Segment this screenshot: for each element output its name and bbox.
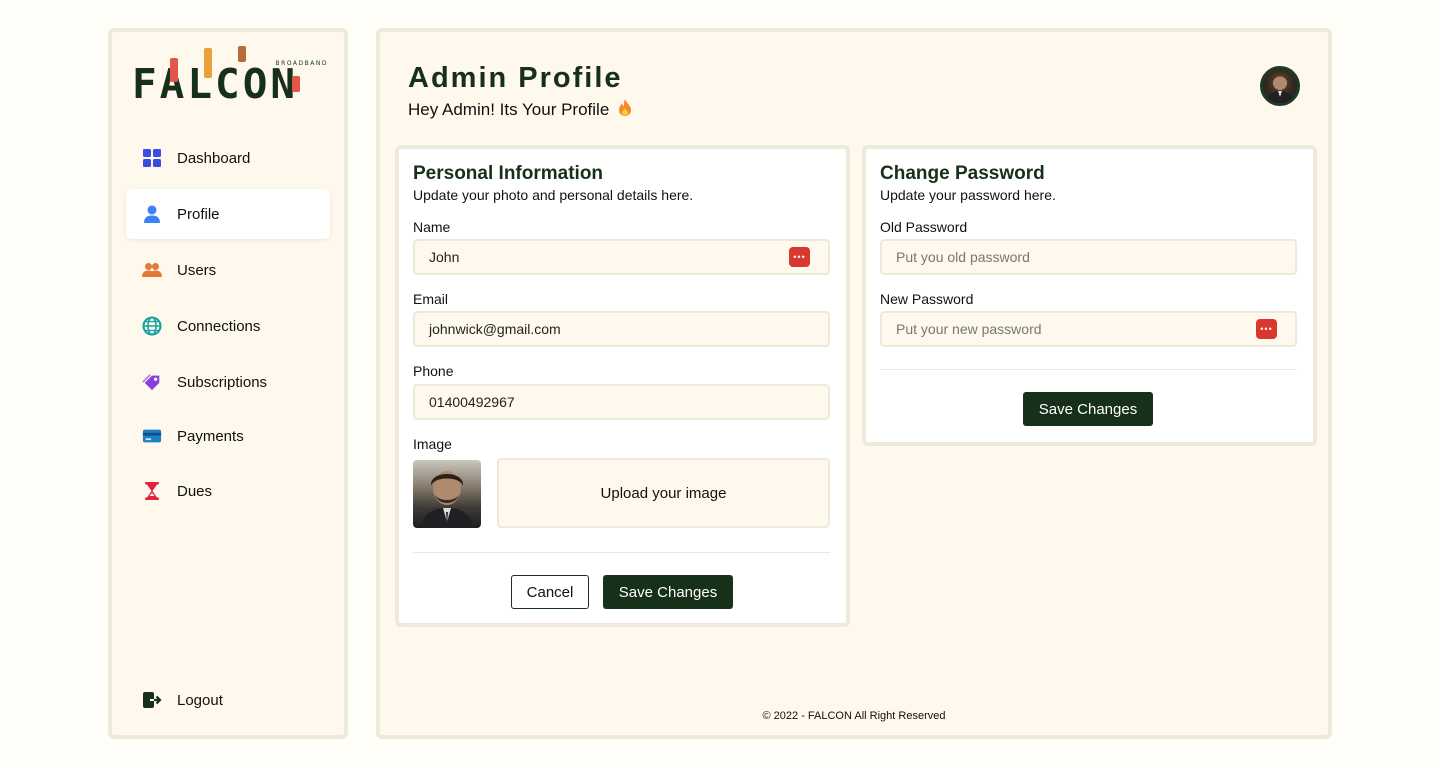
- sidebar-item-label: Payments: [177, 427, 244, 445]
- profile-image-thumbnail: [413, 460, 481, 528]
- sidebar-item-label: Subscriptions: [177, 373, 268, 391]
- logout-icon: [142, 690, 162, 710]
- sidebar-item-label: Profile: [177, 205, 220, 223]
- new-password-input[interactable]: [880, 311, 1297, 347]
- sidebar-item-dashboard[interactable]: Dashboard: [126, 133, 330, 183]
- sidebar-item-label: Users: [177, 261, 217, 279]
- sidebar-item-label: Dashboard: [177, 149, 251, 167]
- phone-input[interactable]: [413, 384, 830, 420]
- upload-image-label: Upload your image: [600, 484, 727, 502]
- sidebar-item-dues[interactable]: Dues: [126, 466, 330, 516]
- grid-icon: [142, 148, 162, 168]
- old-password-label: Old Password: [880, 219, 968, 235]
- divider: [413, 552, 830, 553]
- logout-label: Logout: [177, 691, 223, 709]
- password-manager-icon[interactable]: •••: [789, 247, 810, 267]
- sidebar-item-users[interactable]: Users: [126, 245, 330, 295]
- logo-figure-4: [292, 76, 300, 92]
- old-password-input[interactable]: [880, 239, 1297, 275]
- tag-icon: [142, 372, 162, 392]
- falcon-logo[interactable]: FALCON BROADBAND: [132, 46, 328, 106]
- logo-tagline: BROADBAND: [275, 60, 328, 67]
- sidebar-item-label: Dues: [177, 482, 213, 500]
- new-password-label: New Password: [880, 291, 974, 307]
- cancel-button[interactable]: Cancel: [511, 575, 589, 609]
- logo-figure-3: [238, 46, 246, 62]
- page-subtitle: Hey Admin! Its Your Profile: [408, 98, 633, 122]
- admin-avatar[interactable]: [1260, 66, 1300, 106]
- logo-figure-1: [170, 58, 178, 82]
- logo-wordmark: FALCON: [132, 60, 299, 108]
- email-input[interactable]: [413, 311, 830, 347]
- change-password-subtitle: Update your password here.: [880, 187, 1056, 203]
- personal-info-title: Personal Information: [413, 163, 604, 184]
- sidebar: FALCON BROADBAND Dashboard Profile Users…: [108, 28, 348, 739]
- save-personal-button[interactable]: Save Changes: [603, 575, 733, 609]
- divider: [880, 369, 1297, 370]
- sidebar-item-connections[interactable]: Connections: [126, 301, 330, 351]
- logout-button[interactable]: Logout: [126, 675, 330, 725]
- users-icon: [142, 260, 162, 280]
- footer-copyright: © 2022 - FALCON All Right Reserved: [762, 710, 946, 722]
- user-icon: [142, 204, 162, 224]
- save-password-button[interactable]: Save Changes: [1023, 392, 1153, 426]
- email-label: Email: [413, 291, 449, 307]
- change-password-card: Change Password Update your password her…: [862, 145, 1317, 446]
- sidebar-item-profile[interactable]: Profile: [126, 189, 330, 239]
- name-label: Name: [413, 219, 451, 235]
- globe-icon: [142, 316, 162, 336]
- sidebar-item-label: Connections: [177, 317, 261, 335]
- main-panel: Admin Profile Hey Admin! Its Your Profil…: [376, 28, 1332, 739]
- fire-icon: [617, 98, 633, 122]
- personal-info-card: Personal Information Update your photo a…: [395, 145, 850, 627]
- personal-info-subtitle: Update your photo and personal details h…: [413, 187, 694, 203]
- change-password-title: Change Password: [880, 163, 1045, 184]
- image-label: Image: [413, 436, 452, 452]
- page-subtitle-text: Hey Admin! Its Your Profile: [408, 100, 610, 119]
- hourglass-icon: [142, 481, 162, 501]
- sidebar-item-payments[interactable]: Payments: [126, 411, 330, 461]
- sidebar-item-subscriptions[interactable]: Subscriptions: [126, 357, 330, 407]
- password-manager-icon[interactable]: •••: [1256, 319, 1277, 339]
- credit-card-icon: [142, 426, 162, 446]
- phone-label: Phone: [413, 363, 454, 379]
- upload-image-dropzone[interactable]: Upload your image: [497, 458, 830, 528]
- page-title: Admin Profile: [408, 62, 623, 94]
- logo-figure-2: [204, 48, 212, 78]
- name-input[interactable]: [413, 239, 830, 275]
